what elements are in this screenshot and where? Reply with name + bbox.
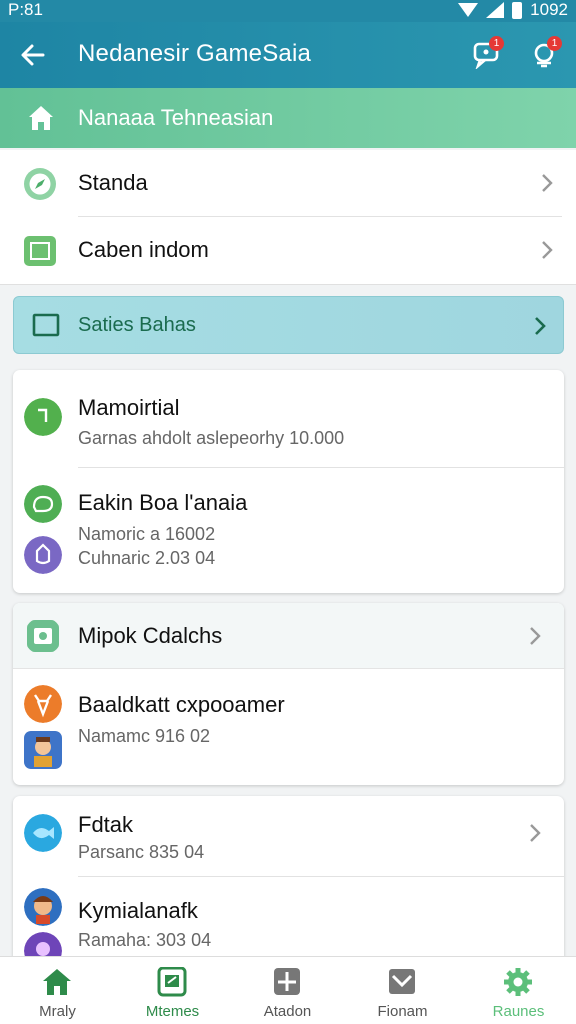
- menu-item-standa[interactable]: Standa: [0, 150, 576, 217]
- monitor-icon: [32, 313, 60, 337]
- battery-icon: [512, 1, 523, 19]
- window-icon: [24, 236, 56, 266]
- chevron-right-icon: [542, 241, 553, 259]
- menu-item-caben-indom[interactable]: Caben indom: [0, 217, 576, 284]
- nav-item-raunes[interactable]: Raunes: [461, 957, 576, 1024]
- menu-item-label: Caben indom: [78, 237, 209, 262]
- signal-icon: [486, 2, 505, 18]
- chevron-right-icon: [530, 627, 541, 645]
- menu-item-label: Standa: [78, 170, 148, 195]
- nav-item-mraly[interactable]: Mraly: [0, 957, 115, 1024]
- nav-label: Mtemes: [145, 1003, 200, 1020]
- menu-list: Standa Caben indom: [0, 150, 576, 285]
- list-item[interactable]: Fdtak Parsanc 835 04: [13, 796, 564, 876]
- item-subtitle: Namoric a 16002: [78, 524, 216, 544]
- deer-avatar-icon: [24, 685, 62, 723]
- flag-icon: [24, 398, 62, 436]
- section-title: Nanaaa Tehneasian: [78, 105, 274, 130]
- chat-bubble-icon: [24, 485, 62, 523]
- home-icon: [29, 106, 53, 130]
- camera-icon: [27, 620, 59, 652]
- nav-item-atadon[interactable]: Atadon: [230, 957, 345, 1024]
- chat-badge: 1: [489, 36, 504, 51]
- bottom-navigation: Mraly Mtemes Atadon Fionam Raunes: [0, 956, 576, 1024]
- list-item[interactable]: Eakin Boa l'anaia Namoric a 16002 Cuhnar…: [13, 468, 564, 593]
- item-title: Mamoirtial: [78, 395, 180, 420]
- item-subtitle: Parsanc 835 04: [78, 842, 205, 862]
- mail-icon: [389, 969, 415, 994]
- item-title: Kymialanafk: [78, 898, 198, 923]
- highlighted-item-label: Saties Bahas: [78, 314, 196, 336]
- nav-item-mtemes[interactable]: Mtemes: [115, 957, 230, 1024]
- chat-button[interactable]: 1: [468, 36, 504, 72]
- grid-icon: [274, 968, 300, 995]
- item-subtitle: Garnas ahdolt aslepeorhy 10.000: [78, 428, 345, 448]
- games-card: Mamoirtial Garnas ahdolt aslepeorhy 10.0…: [13, 370, 564, 593]
- compass-icon: [24, 168, 56, 200]
- notifications-button[interactable]: 1: [526, 36, 562, 72]
- character-avatar-icon: [24, 888, 62, 926]
- item-subtitle: Ramaha: 303 04: [78, 930, 212, 950]
- highlighted-menu-item[interactable]: Saties Bahas: [13, 296, 564, 354]
- game-character-icon: [24, 731, 62, 769]
- item-title: Baaldkatt cxpooamer: [78, 692, 285, 717]
- back-button[interactable]: [16, 38, 50, 72]
- item-title: Fdtak: [78, 812, 134, 837]
- section-header[interactable]: Nanaaa Tehneasian: [0, 88, 576, 148]
- back-arrow-icon: [21, 44, 45, 66]
- status-icons: 1092: [458, 0, 568, 20]
- item-title: Eakin Boa l'anaia: [78, 490, 248, 515]
- nav-label: Atadon: [263, 1003, 312, 1020]
- nav-item-fionam[interactable]: Fionam: [345, 957, 460, 1024]
- card-icon: [157, 967, 187, 997]
- fish-icon: [24, 814, 62, 852]
- shield-icon: [24, 536, 62, 574]
- home-icon: [43, 969, 71, 995]
- app-bar: Nedanesir GameSaia 1 1: [0, 22, 576, 88]
- nav-label: Raunes: [492, 1003, 545, 1020]
- battery-level: 1092: [530, 0, 568, 19]
- app-title: Nedanesir GameSaia: [78, 40, 312, 67]
- card-header-row[interactable]: Mipok Cdalchs: [13, 603, 564, 669]
- list-item[interactable]: Mamoirtial Garnas ahdolt aslepeorhy 10.0…: [13, 370, 564, 467]
- nav-label: Fionam: [377, 1003, 428, 1020]
- list-item[interactable]: Baaldkatt cxpooamer Namamc 916 02: [13, 670, 564, 785]
- status-time: P:81: [8, 0, 43, 19]
- recent-card: Fdtak Parsanc 835 04 Kymialanafk Ramaha:…: [13, 796, 564, 966]
- notifications-badge: 1: [547, 36, 562, 51]
- nav-label: Mraly: [39, 1003, 76, 1020]
- players-card: Mipok Cdalchs Baaldkatt cxpooamer Namamc…: [13, 603, 564, 785]
- list-item[interactable]: Kymialanafk Ramaha: 303 04: [13, 877, 564, 966]
- chevron-right-icon: [530, 824, 541, 842]
- chevron-right-icon: [535, 317, 546, 335]
- status-bar: P:81 1092: [0, 0, 576, 22]
- item-subtitle: Cuhnaric 2.03 04: [78, 548, 216, 568]
- item-subtitle: Namamc 916 02: [78, 726, 211, 746]
- wifi-icon: [458, 3, 479, 17]
- card-header-title: Mipok Cdalchs: [78, 623, 223, 648]
- chevron-right-icon: [542, 174, 553, 192]
- gear-icon: [504, 968, 532, 996]
